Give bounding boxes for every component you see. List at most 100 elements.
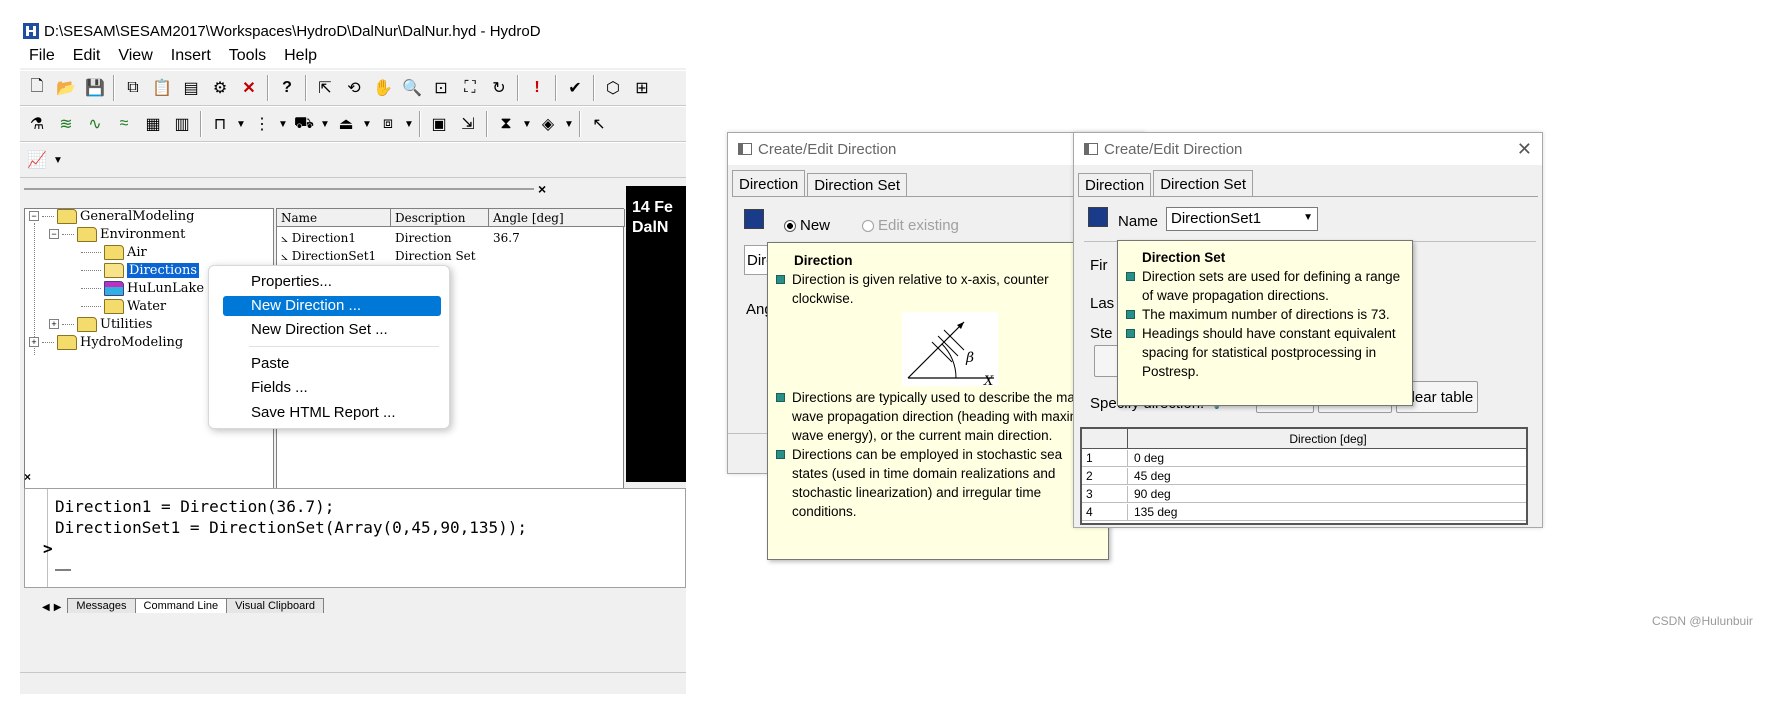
collapse-icon[interactable]: − bbox=[49, 229, 59, 239]
tab-direction-set[interactable]: Direction Set bbox=[1153, 170, 1254, 197]
close-icon[interactable]: ✕ bbox=[1517, 139, 1532, 160]
add-model-icon[interactable]: ⊞ bbox=[629, 75, 655, 101]
open-folder-icon[interactable]: 📂 bbox=[53, 75, 79, 101]
name-dropdown[interactable]: DirectionSet1 ▼ bbox=[1166, 207, 1318, 231]
mass-icon[interactable]: ⏏ bbox=[333, 111, 359, 137]
chevron-down-icon[interactable]: ▼ bbox=[278, 119, 288, 130]
menu-help[interactable]: Help bbox=[275, 47, 326, 65]
tree-node-hulunlake[interactable]: HuLunLake bbox=[81, 278, 204, 298]
table-icon[interactable]: ▥ bbox=[169, 111, 195, 137]
row-value[interactable]: 45 deg bbox=[1134, 468, 1171, 484]
tree-node-hydro-modeling[interactable]: + HydroModeling bbox=[29, 332, 183, 352]
hourglass-icon[interactable]: ⧗ bbox=[493, 111, 519, 137]
tree-node-water[interactable]: Water bbox=[81, 296, 166, 316]
expand-icon[interactable]: + bbox=[29, 337, 39, 347]
menu-item-save-html-report[interactable]: Save HTML Report ... bbox=[223, 403, 441, 423]
expand-icon[interactable]: + bbox=[49, 319, 59, 329]
alert-icon[interactable]: ! bbox=[524, 75, 550, 101]
close-icon[interactable]: × bbox=[24, 470, 31, 484]
tab-scroll-right-icon[interactable]: ▶ bbox=[54, 602, 62, 613]
graph-icon[interactable]: 📈 bbox=[24, 147, 50, 173]
compartment-icon[interactable]: ⧈ bbox=[375, 111, 401, 137]
radio-new[interactable]: New bbox=[784, 217, 830, 234]
select-mode-icon[interactable]: ⇱ bbox=[312, 75, 338, 101]
menu-edit[interactable]: Edit bbox=[64, 47, 110, 65]
command-console[interactable]: Direction1 = Direction(36.7); DirectionS… bbox=[24, 488, 686, 588]
structure-icon[interactable]: ⊓ bbox=[207, 111, 233, 137]
paste-icon[interactable]: 📋 bbox=[149, 75, 175, 101]
rotate-icon[interactable]: ⟲ bbox=[341, 75, 367, 101]
fit-view-icon[interactable]: ⛶ bbox=[457, 75, 483, 101]
row-value[interactable]: 0 deg bbox=[1134, 450, 1164, 466]
help-icon[interactable]: ? bbox=[274, 75, 300, 101]
collapse-icon[interactable]: − bbox=[29, 211, 39, 221]
chevron-down-icon[interactable]: ▼ bbox=[236, 119, 246, 130]
menu-item-properties[interactable]: Properties... bbox=[223, 272, 441, 292]
wave-icon[interactable]: ∿ bbox=[82, 111, 108, 137]
radio-edit-existing[interactable]: Edit existing bbox=[862, 217, 959, 234]
current-icon[interactable]: ≈ bbox=[111, 111, 137, 137]
refresh-icon[interactable]: ↻ bbox=[486, 75, 512, 101]
column-header-direction[interactable]: Direction [deg] bbox=[1128, 429, 1526, 449]
tab-visual-clipboard[interactable]: Visual Clipboard bbox=[226, 598, 325, 613]
properties-icon[interactable]: ⚙ bbox=[207, 75, 233, 101]
tab-command-line[interactable]: Command Line bbox=[134, 598, 228, 613]
menu-item-new-direction[interactable]: New Direction ... bbox=[223, 296, 441, 316]
tab-direction-set[interactable]: Direction Set bbox=[807, 173, 908, 197]
table-row[interactable]: 1 0 deg bbox=[1082, 450, 1526, 467]
row-value[interactable]: 90 deg bbox=[1134, 486, 1171, 502]
menu-item-fields[interactable]: Fields ... bbox=[223, 378, 441, 398]
cube-icon[interactable]: ⬡ bbox=[600, 75, 626, 101]
chevron-down-icon[interactable]: ▼ bbox=[522, 119, 532, 130]
tree-node-utilities[interactable]: + Utilities bbox=[49, 314, 152, 334]
zoom-box-icon[interactable]: ⊡ bbox=[428, 75, 454, 101]
analysis-icon[interactable]: ⚗ bbox=[24, 111, 50, 137]
table-row[interactable]: 4 135 deg bbox=[1082, 504, 1526, 521]
table-row[interactable]: 2 45 deg bbox=[1082, 468, 1526, 485]
tree-node-air[interactable]: Air bbox=[81, 242, 147, 262]
menu-file[interactable]: File bbox=[20, 47, 64, 65]
column-header-name[interactable]: Name bbox=[277, 209, 391, 227]
report-icon[interactable]: ▣ bbox=[426, 111, 452, 137]
check-icon[interactable]: ✔ bbox=[562, 75, 588, 101]
tab-scroll-left-icon[interactable]: ◀ bbox=[42, 602, 50, 613]
chevron-down-icon[interactable]: ▼ bbox=[320, 119, 330, 130]
mesh-icon[interactable]: ⋮ bbox=[249, 111, 275, 137]
pointer-icon[interactable]: ↖ bbox=[586, 111, 612, 137]
load-icon[interactable]: ⛟ bbox=[291, 111, 317, 137]
tree-node-environment[interactable]: − Environment bbox=[49, 224, 185, 244]
pan-hand-icon[interactable]: ✋ bbox=[370, 75, 396, 101]
table-row[interactable]: 3 90 deg bbox=[1082, 486, 1526, 503]
delete-icon[interactable]: ✕ bbox=[236, 75, 262, 101]
zoom-icon[interactable]: 🔍 bbox=[399, 75, 425, 101]
chevron-down-icon[interactable]: ▼ bbox=[362, 119, 372, 130]
menu-view[interactable]: View bbox=[109, 47, 161, 65]
table-row[interactable]: ⦣ DirectionSet1 bbox=[281, 247, 376, 265]
panel-grip[interactable] bbox=[24, 188, 534, 190]
column-header-description[interactable]: Description bbox=[391, 209, 489, 227]
tab-direction[interactable]: Direction bbox=[732, 170, 806, 197]
export-icon[interactable]: ⇲ bbox=[455, 111, 481, 137]
new-file-icon[interactable]: 🗋 bbox=[24, 75, 50, 101]
menu-insert[interactable]: Insert bbox=[162, 47, 220, 65]
chevron-down-icon[interactable]: ▼ bbox=[404, 119, 414, 130]
chevron-down-icon[interactable]: ▼ bbox=[564, 119, 574, 130]
graphics-view[interactable]: 14 Fe DalN bbox=[626, 186, 686, 482]
tab-messages[interactable]: Messages bbox=[67, 598, 136, 613]
menu-tools[interactable]: Tools bbox=[220, 47, 275, 65]
grid-icon[interactable]: ▦ bbox=[140, 111, 166, 137]
layers-icon[interactable]: ◈ bbox=[535, 111, 561, 137]
table-row[interactable]: ⦣ Direction1 bbox=[281, 229, 356, 247]
tree-node-directions[interactable]: Directions bbox=[81, 260, 200, 280]
menu-item-paste[interactable]: Paste bbox=[223, 354, 441, 374]
tab-direction[interactable]: Direction bbox=[1078, 173, 1152, 197]
tree-node-general-modeling[interactable]: − GeneralModeling bbox=[29, 206, 194, 226]
environment-icon[interactable]: ≋ bbox=[53, 111, 79, 137]
command-prompt[interactable]: > bbox=[43, 539, 53, 558]
chevron-down-icon[interactable]: ▼ bbox=[53, 155, 63, 166]
row-value[interactable]: 135 deg bbox=[1134, 504, 1177, 520]
menu-item-new-direction-set[interactable]: New Direction Set ... bbox=[223, 320, 441, 340]
column-header-angle[interactable]: Angle [deg] bbox=[489, 209, 625, 227]
copy-icon[interactable]: ⧉ bbox=[120, 75, 146, 101]
save-icon[interactable]: 💾 bbox=[82, 75, 108, 101]
